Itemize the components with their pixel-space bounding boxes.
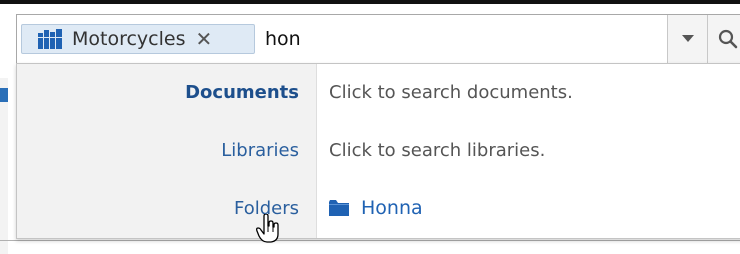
chevron-down-icon <box>681 35 694 42</box>
suggestion-row-libraries[interactable]: Libraries Click to search libraries. <box>17 122 740 180</box>
suggestion-row-documents[interactable]: Documents Click to search documents. <box>17 64 740 122</box>
search-suggestions-panel: Documents Click to search documents. Lib… <box>16 63 740 239</box>
scope-chip[interactable]: Motorcycles ✕ <box>21 24 255 54</box>
search-bar: Motorcycles ✕ <box>16 14 740 64</box>
scope-chip-label: Motorcycles <box>72 28 186 50</box>
search-icon <box>718 29 737 49</box>
page-top-border <box>0 0 740 4</box>
page-background-accent <box>0 88 8 102</box>
category-label-documents[interactable]: Documents <box>185 82 299 103</box>
search-button[interactable] <box>707 15 740 63</box>
search-libraries-hint[interactable]: Click to search libraries. <box>329 140 545 161</box>
folder-result-name: Honna <box>361 197 423 219</box>
folder-icon <box>329 200 349 216</box>
dropdown-button[interactable] <box>667 15 707 63</box>
hand-pointer-icon <box>256 214 279 243</box>
close-icon[interactable]: ✕ <box>196 27 213 51</box>
category-label-libraries[interactable]: Libraries <box>221 140 299 161</box>
page-background-left <box>0 78 8 254</box>
library-icon <box>38 29 62 49</box>
folder-result-item[interactable]: Honna <box>329 197 423 219</box>
suggestion-row-folders[interactable]: Folders Honna <box>17 180 740 238</box>
search-input[interactable] <box>265 24 645 54</box>
page-divider <box>0 240 740 241</box>
search-documents-hint[interactable]: Click to search documents. <box>329 82 573 103</box>
